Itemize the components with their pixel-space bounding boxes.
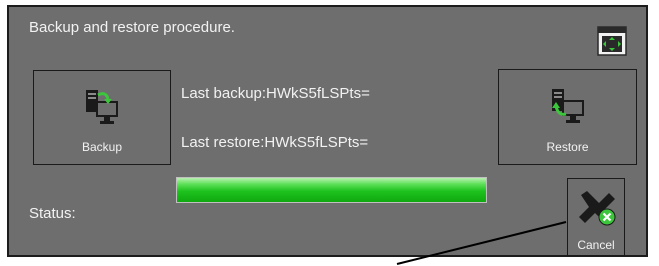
restore-button-label: Restore	[546, 140, 589, 154]
cancel-button-label: Cancel	[577, 238, 615, 252]
fullscreen-arrows-icon[interactable]	[597, 26, 627, 56]
last-backup-text: Last backup:HWkS5fLSPts=	[181, 85, 370, 102]
dialog-title: Backup and restore procedure.	[29, 19, 235, 36]
cancel-x-icon	[577, 187, 617, 227]
status-label: Status:	[29, 205, 76, 222]
last-restore-text: Last restore:HWkS5fLSPts=	[181, 134, 369, 151]
backup-button-label: Backup	[81, 140, 123, 154]
progress-bar-fill	[177, 178, 486, 202]
backup-button[interactable]: Backup	[33, 70, 171, 165]
cancel-button[interactable]: Cancel	[567, 178, 625, 256]
restore-button[interactable]: Restore	[498, 69, 637, 165]
computer-restore-icon	[548, 86, 588, 126]
backup-restore-dialog: Backup and restore procedure. Backup Las…	[7, 5, 648, 257]
progress-bar	[176, 177, 487, 203]
computer-backup-icon	[82, 87, 122, 127]
